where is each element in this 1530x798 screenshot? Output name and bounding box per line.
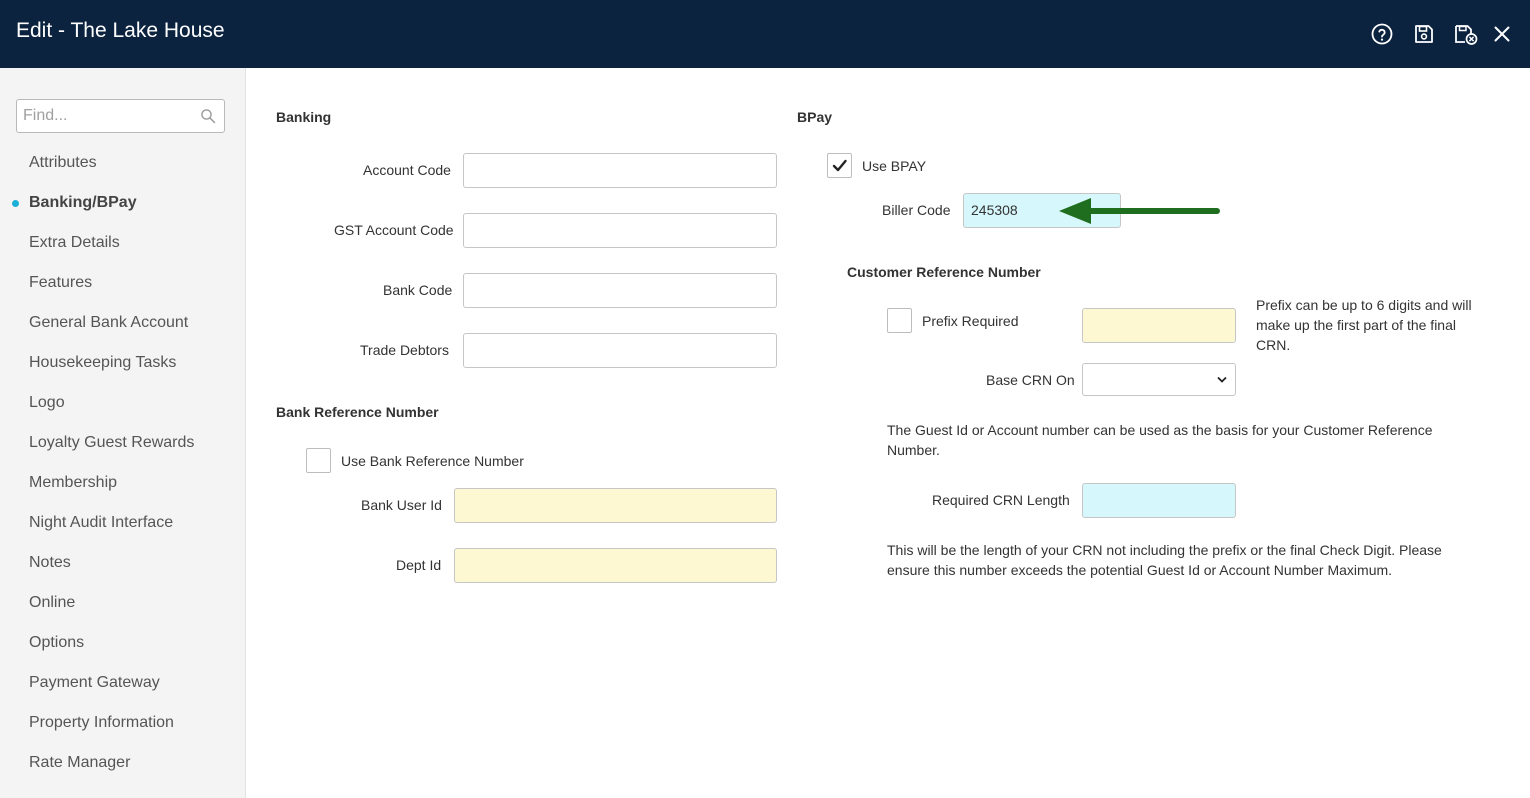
base-crn-on-select[interactable] — [1082, 363, 1236, 396]
bank-reference-heading: Bank Reference Number — [276, 404, 439, 420]
annotation-arrow-icon — [1059, 198, 1220, 224]
sidebar-item-rate-manager[interactable]: Rate Manager — [29, 754, 130, 772]
help-icon[interactable] — [1370, 22, 1394, 46]
sidebar-item-options[interactable]: Options — [29, 634, 84, 652]
sidebar-item-property-information[interactable]: Property Information — [29, 714, 174, 732]
sidebar-item-membership[interactable]: Membership — [29, 474, 117, 492]
close-icon[interactable] — [1490, 22, 1514, 46]
chevron-down-icon — [1217, 376, 1227, 383]
checkmark-icon — [832, 159, 847, 172]
save-close-icon[interactable] — [1453, 22, 1479, 46]
sidebar-item-banking-bpay[interactable]: Banking/BPay — [29, 194, 137, 212]
trade-debtors-input[interactable] — [463, 333, 777, 368]
active-indicator — [12, 200, 19, 207]
sidebar-item-loyalty-guest-rewards[interactable]: Loyalty Guest Rewards — [29, 434, 194, 452]
sidebar-item-features[interactable]: Features — [29, 274, 92, 292]
banking-heading: Banking — [276, 109, 332, 125]
save-icon[interactable] — [1412, 22, 1436, 46]
base-crn-on-label: Base CRN On — [986, 372, 1075, 388]
bank-user-id-input[interactable] — [454, 488, 777, 523]
use-bpay-checkbox[interactable] — [827, 153, 852, 178]
sidebar-item-extra-details[interactable]: Extra Details — [29, 234, 120, 252]
bank-user-id-label: Bank User Id — [361, 497, 442, 513]
gst-account-code-input[interactable] — [463, 213, 777, 248]
sidebar-item-payment-gateway[interactable]: Payment Gateway — [29, 674, 160, 692]
dept-id-input[interactable] — [454, 548, 777, 583]
sidebar-item-online[interactable]: Online — [29, 594, 75, 612]
bank-code-label: Bank Code — [383, 282, 453, 298]
prefix-required-checkbox[interactable] — [887, 308, 912, 333]
account-code-input[interactable] — [463, 153, 777, 188]
sidebar-item-general-bank-account[interactable]: General Bank Account — [29, 314, 188, 332]
prefix-note: Prefix can be up to 6 digits and will ma… — [1256, 297, 1472, 353]
use-bpay-label: Use BPAY — [862, 158, 927, 174]
required-crn-length-label: Required CRN Length — [932, 492, 1070, 508]
bank-code-input[interactable] — [463, 273, 777, 308]
use-bank-reference-label: Use Bank Reference Number — [341, 453, 524, 469]
bpay-heading: BPay — [797, 109, 833, 125]
required-crn-length-input[interactable] — [1082, 483, 1236, 518]
crn-heading: Customer Reference Number — [847, 264, 1041, 280]
window-title: Edit - The Lake House — [16, 19, 225, 42]
prefix-required-label: Prefix Required — [922, 313, 1019, 329]
sidebar-item-logo[interactable]: Logo — [29, 394, 65, 412]
title-bar: Edit - The Lake House — [0, 0, 1530, 68]
trade-debtors-label: Trade Debtors — [360, 342, 449, 358]
gst-account-code-label: GST Account Code — [334, 222, 454, 238]
search-icon — [201, 109, 216, 124]
dept-id-label: Dept Id — [396, 557, 442, 573]
base-crn-note: The Guest Id or Account number can be us… — [887, 422, 1433, 458]
use-bank-reference-checkbox[interactable] — [306, 448, 331, 473]
find-box[interactable] — [16, 99, 225, 133]
sidebar-item-night-audit-interface[interactable]: Night Audit Interface — [29, 514, 173, 532]
crn-length-note: This will be the length of your CRN not … — [887, 542, 1442, 578]
find-input[interactable] — [17, 100, 197, 132]
sidebar: Attributes Banking/BPay Extra Details Fe… — [0, 68, 246, 798]
sidebar-item-notes[interactable]: Notes — [29, 554, 71, 572]
prefix-input[interactable] — [1082, 308, 1236, 343]
biller-code-label: Biller Code — [882, 202, 951, 218]
sidebar-item-attributes[interactable]: Attributes — [29, 154, 97, 172]
account-code-label: Account Code — [363, 162, 451, 178]
sidebar-item-housekeeping-tasks[interactable]: Housekeeping Tasks — [29, 354, 176, 372]
